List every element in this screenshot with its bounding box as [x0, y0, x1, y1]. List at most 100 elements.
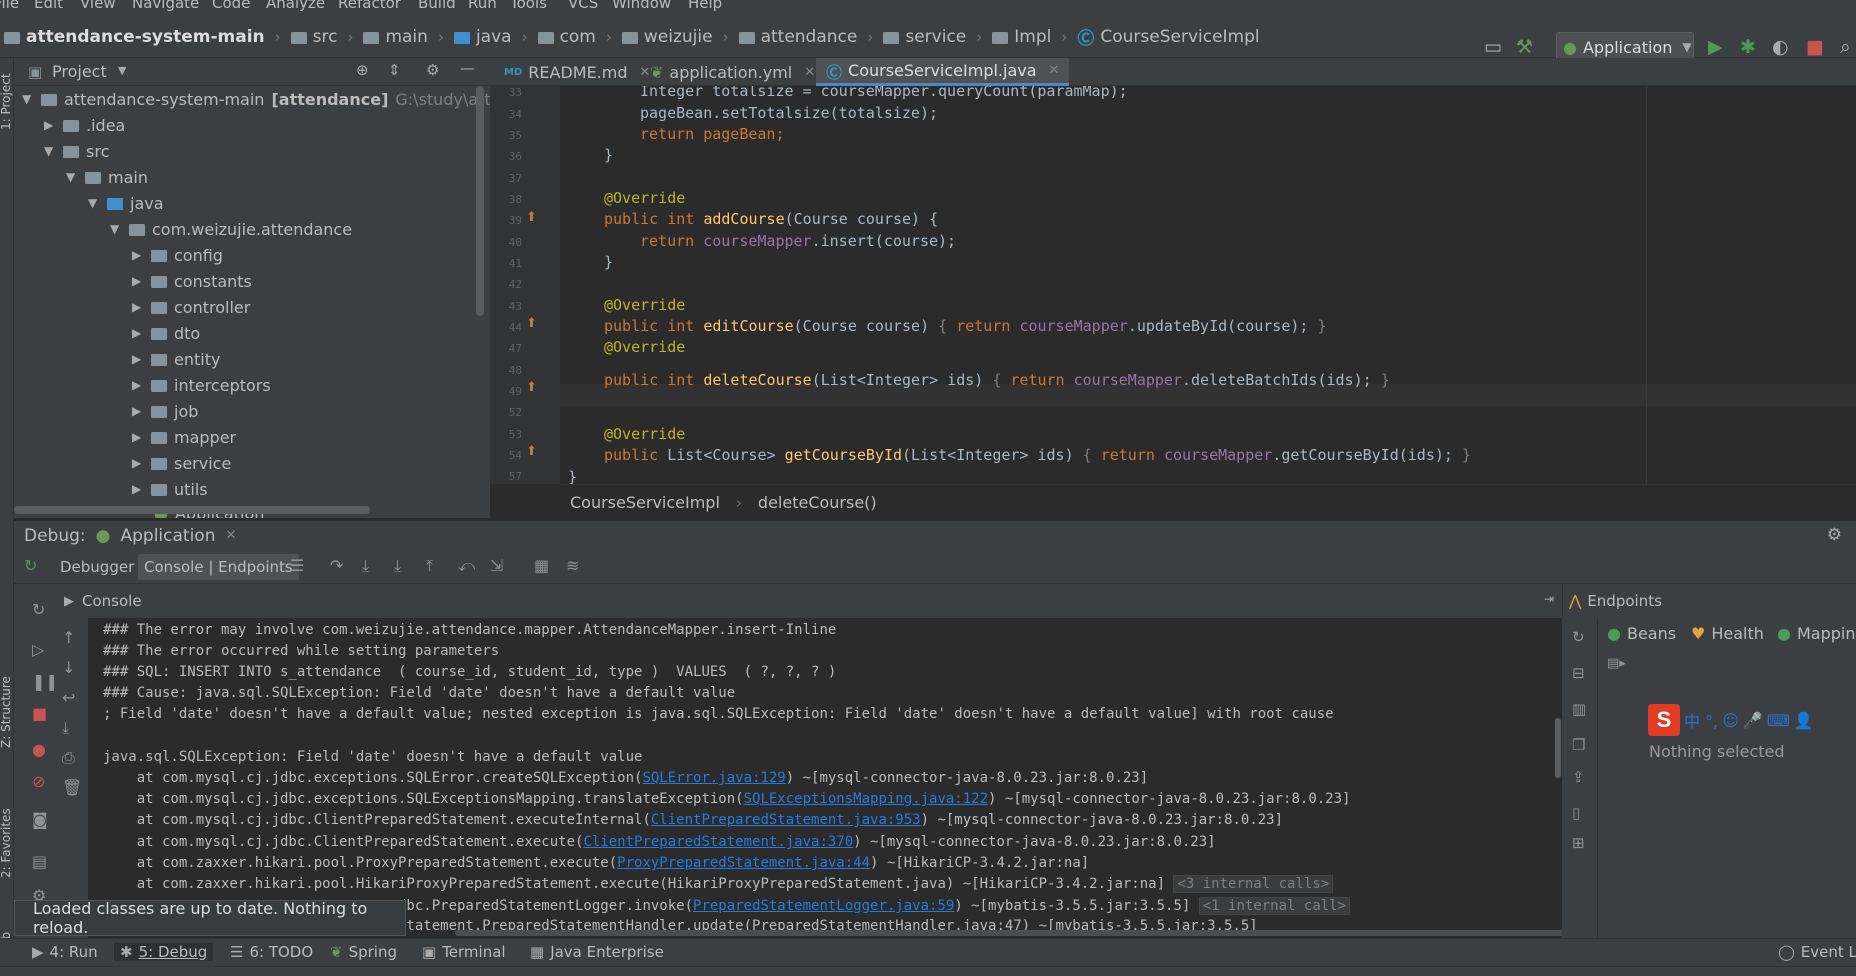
run-icon[interactable]: ▶: [1708, 36, 1723, 58]
tree-item-config[interactable]: ▶ config: [132, 242, 223, 268]
breadcrumb-project[interactable]: attendance-system-main: [26, 27, 265, 47]
tree-item-java[interactable]: ▼ java: [88, 190, 164, 216]
crumb-class[interactable]: CourseServiceImpl: [570, 493, 720, 512]
horizontal-scrollbar[interactable]: [14, 506, 370, 514]
source-link[interactable]: PreparedStatementLogger.java:59: [693, 898, 954, 914]
tree-item-src[interactable]: ▼ src: [44, 138, 109, 164]
diagram-icon[interactable]: ⊟: [1572, 664, 1585, 682]
vertical-scrollbar[interactable]: [476, 86, 484, 316]
breadcrumb-file[interactable]: CourseServiceImpl: [1100, 27, 1259, 47]
menu-view[interactable]: View: [80, 0, 116, 12]
chart-icon[interactable]: ▥: [1572, 700, 1586, 718]
breadcrumb-com[interactable]: com: [560, 27, 596, 47]
debug-session-tab[interactable]: Application: [120, 526, 215, 546]
collapse-all-icon[interactable]: ⇕: [388, 61, 401, 79]
source-link[interactable]: ClientPreparedStatement.java:370: [583, 834, 853, 850]
tree-item-main[interactable]: ▼ main: [66, 164, 148, 190]
menu-code[interactable]: Code: [212, 0, 250, 12]
endpoints-title[interactable]: Endpoints: [1587, 592, 1662, 610]
print-icon[interactable]: ⎙: [62, 748, 75, 768]
tab-mappings[interactable]: ●Mappings: [1777, 618, 1856, 648]
page-icon[interactable]: ▯: [1572, 804, 1580, 822]
keyboard-icon[interactable]: ⌨: [1767, 711, 1790, 730]
breadcrumb-attendance[interactable]: attendance: [761, 27, 858, 47]
implements-icon[interactable]: ⬆: [526, 444, 537, 459]
tool-tab-event-log[interactable]: ◯Event Log: [1772, 943, 1856, 961]
tree-item-constants[interactable]: ▶ constants: [132, 268, 252, 294]
ime-toolbar[interactable]: S 中 °, ☺ 🎤 ⌨ 👤: [1648, 704, 1856, 736]
menu-window[interactable]: Window: [612, 0, 671, 12]
tree-item-utils[interactable]: ▶ utils: [132, 476, 208, 502]
implements-icon[interactable]: ⬆: [526, 380, 537, 395]
tab-application-yml[interactable]: ❦ application.yml ✕: [640, 58, 825, 86]
project-panel-title[interactable]: Project: [52, 62, 107, 81]
layout-icon[interactable]: ▭: [1484, 36, 1502, 58]
tool-tab-todo[interactable]: ☰ 6: TODO: [224, 943, 319, 961]
close-icon[interactable]: ✕: [1049, 63, 1060, 78]
horizontal-scrollbar[interactable]: [455, 930, 1562, 936]
tool-tab-debug[interactable]: ✱ 5: Debug: [114, 943, 214, 961]
gear-icon[interactable]: ⚙: [426, 61, 439, 79]
tool-tab-terminal[interactable]: ▣ Terminal: [416, 943, 512, 961]
drop-frame-icon[interactable]: ⤺: [458, 556, 475, 576]
tree-item-idea[interactable]: ▶ .idea: [44, 112, 125, 138]
tab-beans[interactable]: ● Beans: [1607, 618, 1676, 648]
refresh-icon[interactable]: ↻: [1572, 628, 1585, 646]
menu-refactor[interactable]: Refactor: [338, 0, 401, 12]
internal-calls-chip[interactable]: <1 internal call>: [1198, 897, 1351, 915]
menu-file[interactable]: File: [0, 0, 19, 12]
source-link[interactable]: SQLExceptionsMapping.java:122: [744, 791, 988, 807]
export-icon[interactable]: ⇪: [1572, 768, 1585, 786]
menu-edit[interactable]: Edit: [34, 0, 63, 12]
breadcrumb-service[interactable]: service: [905, 27, 966, 47]
tree-item-dto[interactable]: ▶ dto: [132, 320, 200, 346]
coverage-icon[interactable]: ◐: [1772, 36, 1789, 58]
step-out-icon[interactable]: ⤒: [426, 556, 433, 576]
tab-health[interactable]: ♥ Health: [1691, 618, 1764, 648]
list-icon[interactable]: ☰: [290, 556, 304, 575]
run-to-cursor-icon[interactable]: ⇲: [490, 556, 503, 575]
tree-item-controller[interactable]: ▶ controller: [132, 294, 250, 320]
tree-item-entity[interactable]: ▶ entity: [132, 346, 220, 372]
trash-icon[interactable]: 🗑: [62, 778, 82, 797]
layout-icon[interactable]: ⊞: [1572, 834, 1585, 852]
force-step-into-icon[interactable]: ⤓: [394, 556, 401, 576]
menu-vcs[interactable]: VCS: [568, 0, 598, 12]
step-into-icon[interactable]: ⤓: [362, 556, 369, 576]
console-title[interactable]: Console: [82, 592, 142, 610]
code-editor[interactable]: Integer totalsize = courseMapper.queryCo…: [560, 86, 1856, 484]
evaluate-icon[interactable]: ▦: [534, 556, 549, 575]
stop-icon[interactable]: ■: [32, 704, 47, 723]
close-icon[interactable]: ✕: [804, 65, 815, 80]
locate-icon[interactable]: ⊕: [356, 61, 369, 79]
implements-icon[interactable]: ⬆: [526, 210, 537, 225]
search-icon[interactable]: ⌕: [1840, 36, 1851, 58]
debug-bug-icon[interactable]: ✱: [1740, 36, 1756, 58]
mic-icon[interactable]: 🎤: [1743, 711, 1763, 730]
trace-icon[interactable]: ≋: [566, 556, 579, 575]
filter-icon[interactable]: ▤▸: [1607, 656, 1626, 671]
stop-icon[interactable]: ■: [1806, 36, 1824, 58]
menu-build[interactable]: Build: [418, 0, 456, 12]
breakpoints-icon[interactable]: ●: [32, 740, 46, 759]
down-arrow-icon[interactable]: ↓: [62, 658, 75, 677]
breadcrumb-weizujie[interactable]: weizujie: [644, 27, 713, 47]
scroll-to-end-icon[interactable]: ⤓: [62, 718, 69, 738]
menu-analyze[interactable]: Analyze: [266, 0, 325, 12]
tool-tab-spring[interactable]: ❦ Spring: [324, 943, 403, 961]
implements-icon[interactable]: ⬆: [526, 316, 537, 331]
tab-courseserviceimpl[interactable]: Ⓒ CourseServiceImpl.java ✕: [816, 58, 1070, 86]
source-link[interactable]: ClientPreparedStatement.java:953: [651, 812, 921, 828]
up-arrow-icon[interactable]: ↑: [62, 628, 75, 647]
soft-wrap-icon[interactable]: ↩: [62, 688, 75, 707]
breadcrumb-main[interactable]: main: [385, 27, 427, 47]
reload-notification[interactable]: Loaded classes are up to date. Nothing t…: [14, 899, 406, 937]
structure-tool-tab[interactable]: Z: Structure: [0, 676, 13, 748]
user-icon[interactable]: 👤: [1794, 711, 1814, 730]
crumb-method[interactable]: deleteCourse(): [758, 493, 877, 512]
gear-icon[interactable]: ⚙: [1827, 525, 1842, 545]
build-hammer-icon[interactable]: ⚒: [1516, 36, 1533, 58]
source-link[interactable]: ProxyPreparedStatement.java:44: [617, 855, 870, 871]
breadcrumb-src[interactable]: src: [313, 27, 338, 47]
tool-tab-run[interactable]: ▶ 4: Run: [26, 943, 104, 961]
